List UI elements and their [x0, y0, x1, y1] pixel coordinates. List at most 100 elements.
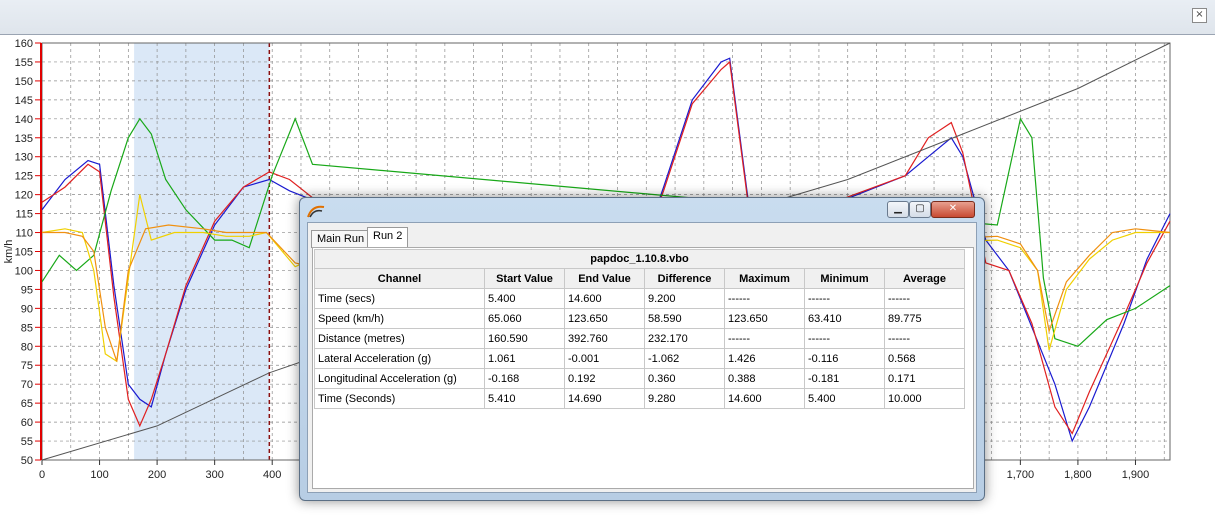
- y-tick-label: 90: [21, 303, 33, 315]
- value-cell: 89.775: [884, 308, 965, 329]
- y-axis-label: km/h: [3, 240, 15, 264]
- x-tick-label: 1,900: [1122, 469, 1150, 481]
- value-cell: 0.360: [644, 368, 725, 389]
- close-icon[interactable]: ×: [1192, 8, 1207, 23]
- x-tick-label: 100: [90, 469, 108, 481]
- tab-main-run[interactable]: Main Run: [311, 230, 371, 248]
- value-cell: ------: [884, 328, 965, 349]
- value-cell: 0.192: [564, 368, 645, 389]
- y-tick-label: 125: [15, 171, 33, 183]
- table-row: Speed (km/h) 65.060 123.650 58.590 123.650 63…: [314, 308, 965, 329]
- tab-run-2[interactable]: Run 2: [367, 227, 409, 247]
- channel-cell: Time (secs): [314, 288, 485, 309]
- table-row: Longitudinal Acceleration (g) -0.168 0.192…: [314, 368, 965, 389]
- y-tick-label: 85: [21, 322, 33, 334]
- channel-cell: Time (Seconds): [314, 388, 485, 409]
- value-cell: ------: [804, 288, 885, 309]
- column-header[interactable]: Average: [884, 268, 965, 289]
- statistics-panel: Main Run Run 2 papdoc_1.10.8.vbo Channel…: [307, 222, 977, 493]
- column-header[interactable]: Maximum: [724, 268, 805, 289]
- y-tick-label: 155: [15, 57, 33, 69]
- value-cell: 1.426: [724, 348, 805, 369]
- y-tick-label: 115: [15, 209, 33, 221]
- channel-cell: Speed (km/h): [314, 308, 485, 329]
- value-cell: 65.060: [484, 308, 565, 329]
- y-tick-label: 160: [15, 38, 33, 50]
- value-cell: 160.590: [484, 328, 565, 349]
- file-name: papdoc_1.10.8.vbo: [314, 249, 965, 268]
- value-cell: 5.410: [484, 388, 565, 409]
- x-tick-label: 300: [205, 469, 223, 481]
- table-row: Time (Seconds) 5.410 14.690 9.280 14.600 5.40…: [314, 388, 965, 409]
- statistics-table: papdoc_1.10.8.vbo Channel Start Value End …: [314, 249, 965, 409]
- value-cell: ------: [804, 328, 885, 349]
- app-logo-icon: [306, 203, 326, 219]
- value-cell: 1.061: [484, 348, 565, 369]
- table-row: Lateral Acceleration (g) 1.061 -0.001 -1.06…: [314, 348, 965, 369]
- y-tick-label: 60: [21, 417, 33, 429]
- y-tick-label: 55: [21, 436, 33, 448]
- column-header[interactable]: Channel: [314, 268, 485, 289]
- value-cell: 5.400: [484, 288, 565, 309]
- value-cell: 392.760: [564, 328, 645, 349]
- statistics-window[interactable]: ▁ ▢ ✕ Main Run Run 2 papdoc_1.10.8.vbo C…: [299, 197, 985, 501]
- y-tick-label: 70: [21, 379, 33, 391]
- value-cell: 14.690: [564, 388, 645, 409]
- y-tick-label: 120: [15, 190, 33, 202]
- channel-cell: Lateral Acceleration (g): [314, 348, 485, 369]
- statistics-table-frame: papdoc_1.10.8.vbo Channel Start Value End …: [312, 247, 974, 489]
- value-cell: 123.650: [564, 308, 645, 329]
- value-cell: 0.568: [884, 348, 965, 369]
- x-tick-label: 400: [263, 469, 281, 481]
- value-cell: ------: [724, 328, 805, 349]
- column-header[interactable]: Difference: [644, 268, 725, 289]
- y-tick-label: 130: [15, 152, 33, 164]
- value-cell: 58.590: [644, 308, 725, 329]
- maximize-button[interactable]: ▢: [909, 201, 931, 218]
- y-tick-label: 50: [21, 455, 33, 467]
- x-tick-label: 0: [39, 469, 45, 481]
- value-cell: 14.600: [564, 288, 645, 309]
- x-tick-label: 200: [148, 469, 166, 481]
- value-cell: 9.280: [644, 388, 725, 409]
- value-cell: 0.171: [884, 368, 965, 389]
- table-row: Time (secs) 5.400 14.600 9.200 ------ ------ -…: [314, 288, 965, 309]
- value-cell: ------: [724, 288, 805, 309]
- y-tick-label: 75: [21, 360, 33, 372]
- y-tick-label: 105: [15, 247, 33, 259]
- y-tick-label: 95: [21, 284, 33, 296]
- value-cell: 123.650: [724, 308, 805, 329]
- value-cell: -0.181: [804, 368, 885, 389]
- y-tick-label: 65: [21, 398, 33, 410]
- column-header[interactable]: Minimum: [804, 268, 885, 289]
- close-button[interactable]: ✕: [931, 201, 975, 218]
- y-tick-label: 135: [15, 133, 33, 145]
- value-cell: -1.062: [644, 348, 725, 369]
- channel-cell: Longitudinal Acceleration (g): [314, 368, 485, 389]
- y-tick-label: 140: [15, 114, 33, 126]
- value-cell: 9.200: [644, 288, 725, 309]
- value-cell: 10.000: [884, 388, 965, 409]
- value-cell: 63.410: [804, 308, 885, 329]
- value-cell: ------: [884, 288, 965, 309]
- column-header[interactable]: Start Value: [484, 268, 565, 289]
- y-tick-label: 145: [15, 95, 33, 107]
- y-tick-label: 110: [15, 228, 33, 240]
- value-cell: 14.600: [724, 388, 805, 409]
- table-row: Distance (metres) 160.590 392.760 232.170 --…: [314, 328, 965, 349]
- value-cell: 232.170: [644, 328, 725, 349]
- value-cell: -0.168: [484, 368, 565, 389]
- minimize-button[interactable]: ▁: [887, 201, 909, 218]
- column-header[interactable]: End Value: [564, 268, 645, 289]
- channel-cell: Distance (metres): [314, 328, 485, 349]
- background-window-strip: ×: [0, 0, 1215, 34]
- y-tick-label: 100: [15, 265, 33, 277]
- y-tick-label: 150: [15, 76, 33, 88]
- value-cell: -0.116: [804, 348, 885, 369]
- y-tick-label: 80: [21, 341, 33, 353]
- value-cell: -0.001: [564, 348, 645, 369]
- x-tick-label: 1,800: [1064, 469, 1092, 481]
- x-tick-label: 1,700: [1007, 469, 1035, 481]
- value-cell: 5.400: [804, 388, 885, 409]
- value-cell: 0.388: [724, 368, 805, 389]
